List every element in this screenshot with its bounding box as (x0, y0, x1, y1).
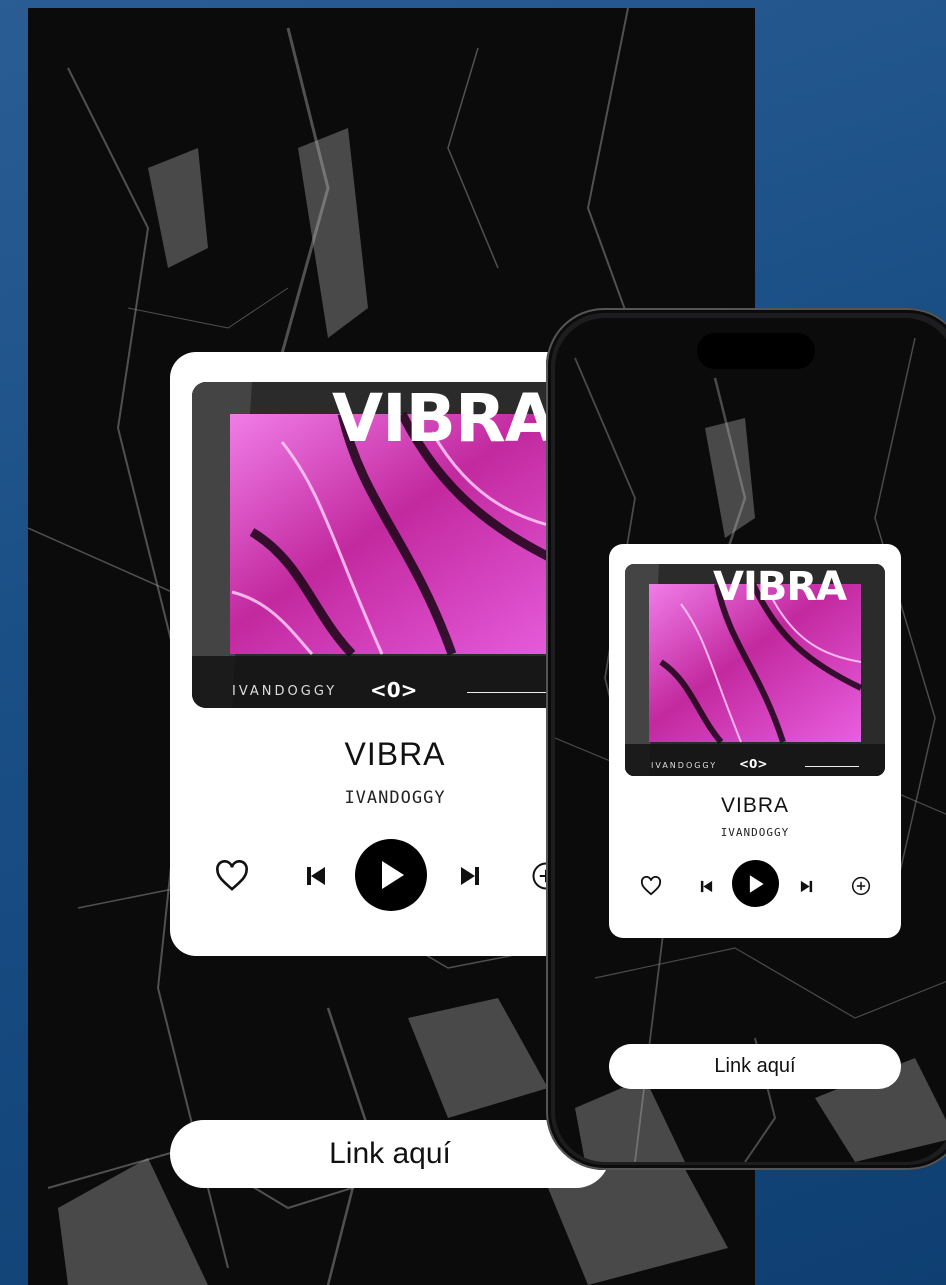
phone-add-button[interactable] (848, 873, 874, 899)
phone-album-cover-line (805, 766, 859, 767)
dynamic-island (697, 333, 815, 369)
heart-icon (640, 876, 662, 896)
phone-album-cover-artist: IVANDOGGY (651, 761, 718, 770)
album-cover-logo: <0> (370, 678, 418, 702)
phone-song-title: VIBRA (720, 794, 790, 817)
skip-forward-icon (800, 880, 812, 892)
phone-previous-button[interactable] (694, 874, 718, 898)
phone-album-cover: VIBRA IVANDOGGY <0> (625, 564, 885, 776)
previous-button[interactable] (298, 858, 334, 894)
skip-forward-icon (461, 867, 479, 885)
add-circle-icon (851, 876, 871, 896)
album-cover-artist: IVANDOGGY (232, 684, 338, 699)
phone-link-button[interactable]: Link aquí (609, 1044, 901, 1089)
heart-icon (216, 860, 248, 891)
phone-like-button[interactable] (637, 872, 665, 900)
phone-album-cover-title: VIBRA (713, 564, 847, 610)
phone-play-button[interactable] (732, 860, 779, 907)
next-button[interactable] (452, 858, 488, 894)
skip-back-icon (307, 867, 325, 885)
link-button[interactable]: Link aquí (170, 1120, 610, 1188)
play-button[interactable] (355, 839, 427, 911)
phone-song-artist: IVANDOGGY (720, 826, 790, 839)
phone-next-button[interactable] (794, 874, 818, 898)
skip-back-icon (700, 880, 712, 892)
phone-music-player-card: VIBRA IVANDOGGY <0> VIBRA IVANDOGGY (609, 544, 901, 938)
like-button[interactable] (210, 854, 254, 898)
play-icon (749, 874, 764, 893)
album-cover-title: VIBRA (332, 382, 556, 457)
phone-album-cover-logo: <0> (739, 757, 768, 771)
play-icon (382, 861, 404, 889)
